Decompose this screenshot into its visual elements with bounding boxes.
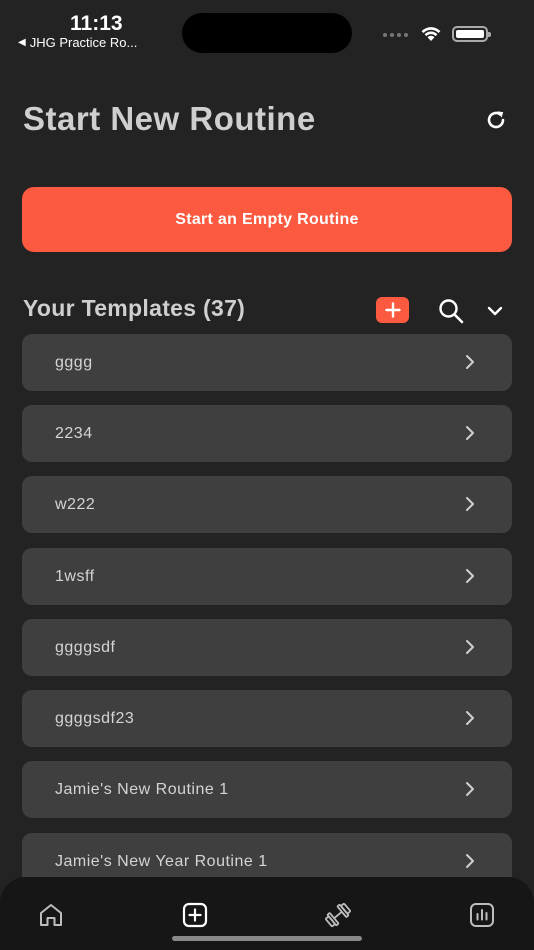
template-name: Jamie's New Routine 1 [55,780,229,798]
start-empty-routine-label: Start an Empty Routine [175,210,359,228]
chevron-down-icon [487,306,503,316]
search-templates-button[interactable] [436,296,466,326]
refresh-button[interactable] [482,106,510,134]
back-triangle-icon: ◀ [18,37,26,48]
battery-icon [452,26,491,42]
tab-start-routine[interactable] [179,899,211,931]
template-row[interactable]: w222 [22,476,512,533]
chevron-right-icon [466,711,474,725]
back-app-label: JHG Practice Ro... [29,35,138,50]
cellular-signal-icon [383,33,408,37]
collapse-templates-button[interactable] [484,300,506,322]
back-to-app-link[interactable]: ◀ JHG Practice Ro... [18,35,137,50]
refresh-icon [487,111,505,129]
wifi-icon [421,27,441,41]
start-empty-routine-button[interactable]: Start an Empty Routine [22,187,512,252]
home-indicator [172,936,362,941]
templates-section-title: Your Templates (37) [23,295,246,321]
chevron-right-icon [466,569,474,583]
template-row[interactable]: ggggsdf23 [22,690,512,747]
template-name: ggggsdf23 [55,709,135,727]
template-row[interactable]: Jamie's New Routine 1 [22,761,512,818]
dumbbell-icon [325,902,351,928]
template-name: 2234 [55,424,93,442]
template-row[interactable]: 1wsff [22,548,512,605]
status-time: 11:13 [70,12,123,35]
template-name: gggg [55,353,93,371]
chart-icon [470,903,494,927]
tab-statistics[interactable] [466,899,498,931]
dynamic-island [182,13,352,53]
plus-icon [384,302,401,318]
template-row[interactable]: 2234 [22,405,512,462]
template-name: w222 [55,495,96,513]
home-icon [40,904,62,926]
chevron-right-icon [466,355,474,369]
template-name: 1wsff [55,567,95,585]
status-bar: 11:13 ◀ JHG Practice Ro... [0,0,534,60]
template-name: ggggsdf [55,638,116,656]
chevron-right-icon [466,497,474,511]
tab-home[interactable] [35,899,67,931]
chevron-right-icon [466,854,474,868]
search-icon [439,299,464,324]
tab-exercises[interactable] [322,899,354,931]
chevron-right-icon [466,640,474,654]
add-template-button[interactable] [376,297,409,323]
template-name: Jamie's New Year Routine 1 [55,852,268,870]
plus-square-icon [182,902,208,928]
chevron-right-icon [466,426,474,440]
template-row[interactable]: ggggsdf [22,619,512,676]
template-row[interactable]: gggg [22,334,512,391]
chevron-right-icon [466,782,474,796]
page-title: Start New Routine [23,100,316,137]
